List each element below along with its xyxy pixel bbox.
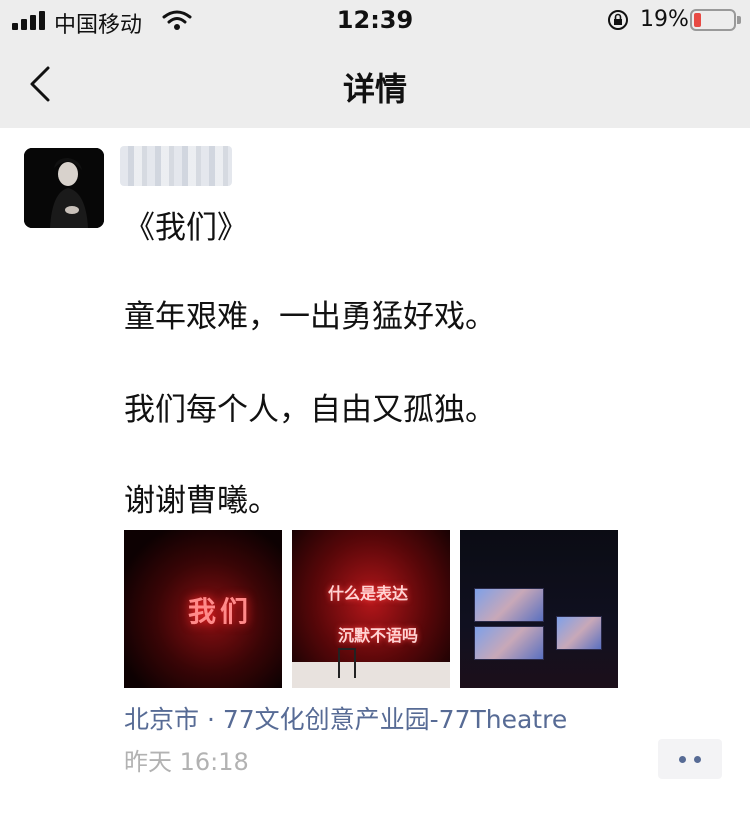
photo-caption: 我们	[188, 595, 253, 628]
status-bar: 中国移动 12:39 19%	[0, 0, 750, 40]
page-title: 详情	[342, 70, 407, 108]
chair-shape	[338, 648, 356, 678]
video-screen	[474, 588, 544, 622]
location-link[interactable]: 北京市 · 77文化创意产业园-77Theatre	[124, 700, 567, 736]
photo-caption: 什么是表达	[328, 584, 409, 603]
clock: 12:39	[336, 6, 414, 34]
battery-percent: 19%	[640, 7, 689, 32]
photo-caption: 沉默不语吗	[338, 626, 419, 645]
battery-icon	[690, 9, 741, 31]
video-screen	[556, 616, 602, 650]
stage-floor	[292, 662, 450, 688]
photo-thumbnail[interactable]	[460, 530, 618, 688]
video-screen	[474, 626, 544, 660]
navigation-bar: 详情	[0, 40, 750, 128]
photo-thumbnail[interactable]: 什么是表达 沉默不语吗	[292, 530, 450, 688]
avatar[interactable]	[24, 148, 104, 228]
username-blurred[interactable]	[120, 146, 232, 186]
post-title: 《我们》	[124, 210, 248, 246]
more-dots-icon[interactable]	[658, 739, 722, 779]
avatar-image	[24, 148, 104, 228]
battery-level	[694, 13, 701, 27]
photo-thumbnail[interactable]: 我们	[124, 530, 282, 688]
photo-grid: 我们 什么是表达 沉默不语吗	[124, 530, 618, 688]
orientation-lock-icon	[608, 10, 628, 30]
post-line: 我们每个人，自由又孤独。	[124, 392, 496, 428]
top-bar: 中国移动 12:39 19% 详情	[0, 0, 750, 128]
post-line: 谢谢曹曦。	[124, 483, 279, 519]
post-timestamp: 昨天 16:18	[124, 748, 249, 776]
post-line: 童年艰难，一出勇猛好戏。	[124, 299, 496, 335]
